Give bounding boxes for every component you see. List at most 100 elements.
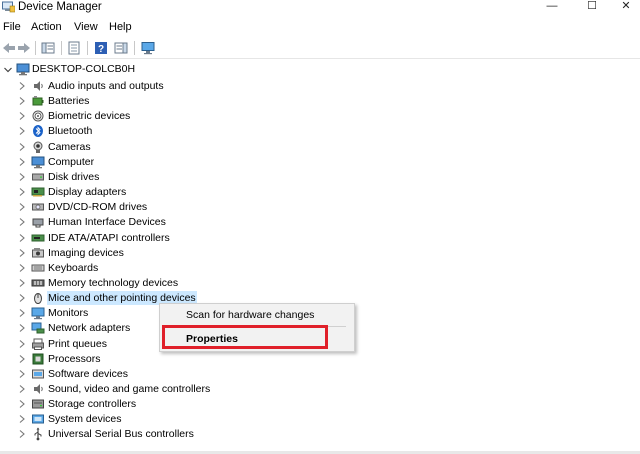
- menu-view[interactable]: View: [74, 21, 98, 34]
- chevron-right-icon[interactable]: [18, 369, 26, 379]
- toolbar-separator: [35, 41, 36, 55]
- tree-item-label: DVD/CD-ROM drives: [48, 201, 148, 214]
- action-pane-icon[interactable]: [114, 41, 128, 55]
- chevron-right-icon[interactable]: [18, 263, 26, 273]
- chevron-right-icon[interactable]: [18, 111, 26, 121]
- chevron-right-icon[interactable]: [18, 96, 26, 106]
- toolbar-separator: [87, 41, 88, 55]
- tree-item[interactable]: Imaging devices: [0, 246, 300, 261]
- chevron-right-icon[interactable]: [18, 172, 26, 182]
- forward-arrow-icon[interactable]: [17, 41, 31, 55]
- chevron-right-icon[interactable]: [18, 142, 26, 152]
- tree-item[interactable]: Cameras: [0, 140, 300, 155]
- tree-item[interactable]: Storage controllers: [0, 397, 300, 412]
- tree-item[interactable]: Biometric devices: [0, 109, 300, 124]
- chevron-right-icon[interactable]: [18, 414, 26, 424]
- tree-item-label: Network adapters: [48, 322, 131, 335]
- show-hide-console-tree-icon[interactable]: [41, 41, 55, 55]
- toolbar-separator: [134, 41, 135, 55]
- tree-item-label: Audio inputs and outputs: [48, 80, 164, 92]
- tree-item[interactable]: Sound, video and game controllers: [0, 382, 300, 397]
- menu-action[interactable]: Action: [31, 21, 62, 34]
- tree-item-label: Display adapters: [48, 186, 127, 199]
- chevron-right-icon[interactable]: [18, 293, 26, 303]
- chevron-right-icon[interactable]: [18, 308, 26, 318]
- chevron-right-icon[interactable]: [18, 354, 26, 364]
- properties-highlight-box: [162, 325, 328, 349]
- tree-item[interactable]: Disk drives: [0, 170, 300, 185]
- display-adapter-icon: [31, 187, 45, 197]
- tree-item-label: Imaging devices: [48, 246, 124, 259]
- usb-icon: [34, 427, 42, 441]
- toolbar-separator: [61, 41, 62, 55]
- chevron-right-icon[interactable]: [18, 157, 26, 167]
- tree-item-label: Keyboards: [48, 261, 99, 274]
- chevron-right-icon[interactable]: [18, 384, 26, 394]
- mouse-icon: [34, 293, 42, 305]
- tree-item[interactable]: Batteries: [0, 94, 300, 109]
- camera-icon: [33, 141, 43, 153]
- tree-item[interactable]: Keyboards: [0, 261, 300, 276]
- tree-item[interactable]: Bluetooth: [0, 124, 300, 139]
- tree-item-label: Universal Serial Bus controllers: [48, 428, 194, 441]
- tree-item-label: Batteries: [48, 95, 90, 108]
- printer-icon: [32, 338, 44, 350]
- tree-item-label: Human Interface Devices: [48, 216, 166, 229]
- chevron-right-icon[interactable]: [18, 126, 26, 136]
- tree-item[interactable]: Universal Serial Bus controllers: [0, 427, 300, 442]
- back-arrow-icon[interactable]: [2, 41, 16, 55]
- chevron-right-icon[interactable]: [18, 233, 26, 243]
- tree-item[interactable]: Display adapters: [0, 185, 300, 200]
- tree-root[interactable]: DESKTOP-COLCB0H: [0, 62, 300, 77]
- tree-item[interactable]: System devices: [0, 412, 300, 427]
- battery-icon: [32, 96, 44, 106]
- window-title: Device Manager: [18, 1, 102, 13]
- chevron-right-icon[interactable]: [18, 339, 26, 349]
- chevron-right-icon[interactable]: [18, 429, 26, 439]
- tree-item-label: Monitors: [48, 307, 89, 320]
- properties-icon[interactable]: [67, 41, 81, 55]
- hid-icon: [32, 218, 44, 228]
- tree-item[interactable]: Processors: [0, 352, 300, 367]
- ide-controller-icon: [31, 234, 45, 241]
- chevron-right-icon[interactable]: [18, 323, 26, 333]
- close-button[interactable]: ✕: [606, 0, 640, 15]
- tree-item[interactable]: Human Interface Devices: [0, 215, 300, 230]
- chevron-right-icon[interactable]: [18, 187, 26, 197]
- tree-item-label: Computer: [48, 155, 95, 168]
- tree-item[interactable]: Memory technology devices: [0, 276, 300, 291]
- device-manager-app-icon: [2, 1, 15, 13]
- minimize-button[interactable]: —: [532, 0, 572, 15]
- tree-item-label: Sound, video and game controllers: [48, 383, 211, 395]
- computer-root-icon: [16, 63, 30, 76]
- tree-item[interactable]: Software devices: [0, 367, 300, 382]
- computer-icon: [31, 156, 45, 169]
- menu-bar: File Action View Help: [0, 19, 640, 36]
- bluetooth-icon: [33, 125, 43, 138]
- tree-item[interactable]: DVD/CD-ROM drives: [0, 200, 300, 215]
- tree-item-label: Bluetooth: [48, 125, 93, 138]
- help-icon[interactable]: ?: [94, 41, 108, 55]
- chevron-right-icon[interactable]: [18, 202, 26, 212]
- imaging-icon: [32, 247, 44, 258]
- chevron-right-icon[interactable]: [18, 248, 26, 258]
- tree-item[interactable]: Audio inputs and outputs: [0, 79, 300, 94]
- menu-file[interactable]: File: [3, 21, 21, 34]
- computer-name: DESKTOP-COLCB0H: [32, 63, 136, 75]
- title-bar: Device Manager — ☐ ✕: [0, 0, 640, 16]
- scan-for-hardware-changes-menu-item[interactable]: Scan for hardware changes: [186, 308, 314, 322]
- tree-item-label: System devices: [48, 413, 122, 426]
- processor-icon: [32, 353, 44, 365]
- software-device-icon: [32, 369, 44, 379]
- chevron-right-icon[interactable]: [18, 399, 26, 409]
- monitor-scan-icon[interactable]: [141, 41, 155, 55]
- monitor-icon: [31, 307, 45, 320]
- chevron-right-icon[interactable]: [18, 278, 26, 288]
- tree-item-label: Disk drives: [48, 170, 100, 183]
- tree-item[interactable]: Computer: [0, 155, 300, 170]
- chevron-right-icon[interactable]: [18, 81, 26, 91]
- chevron-right-icon[interactable]: [18, 217, 26, 227]
- menu-help[interactable]: Help: [109, 21, 132, 34]
- tree-item[interactable]: IDE ATA/ATAPI controllers: [0, 231, 300, 246]
- chevron-down-icon[interactable]: [3, 65, 13, 75]
